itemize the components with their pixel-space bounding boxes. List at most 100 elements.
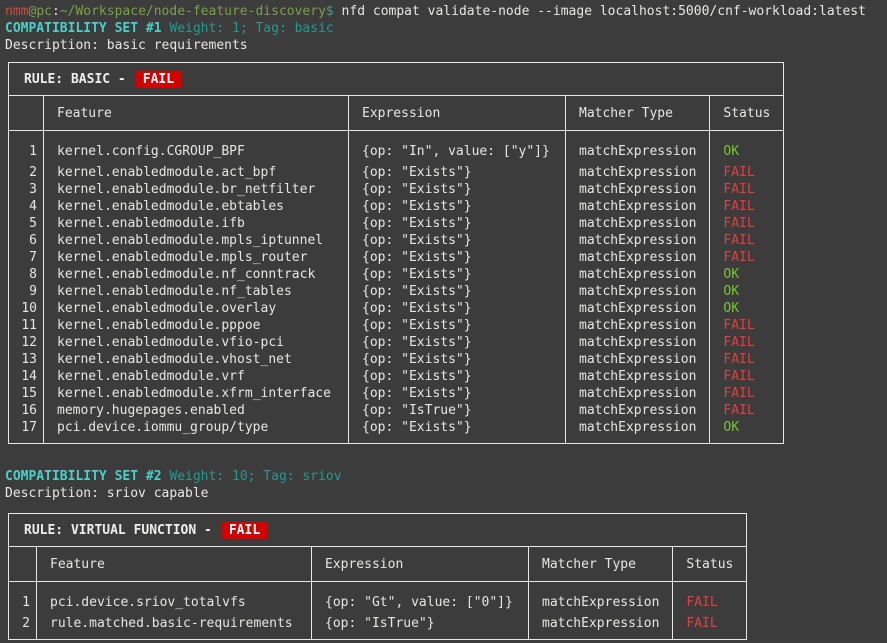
row-index-cell: 1 (9, 131, 44, 165)
prompt-colon: : (52, 4, 60, 19)
command-text: nfd compat validate-node --image localho… (334, 4, 866, 19)
column-header-index (9, 547, 37, 582)
matcher-type-cell: matchExpression (566, 181, 710, 198)
matcher-type-cell: matchExpression (566, 266, 710, 283)
matcher-type-cell: matchExpression (566, 249, 710, 266)
table-row: 15kernel.enabledmodule.xfrm_interface{op… (9, 385, 784, 402)
prompt-line: nmm@pc:~/Workspace/node-feature-discover… (5, 3, 882, 20)
status-cell: FAIL (710, 198, 784, 215)
matcher-type-cell: matchExpression (566, 334, 710, 351)
expression-cell: {op: "Exists"} (349, 164, 566, 181)
row-index-cell: 6 (9, 232, 44, 249)
matcher-type-cell: matchExpression (566, 283, 710, 300)
expression-cell: {op: "Exists"} (349, 198, 566, 215)
set1-title-line: COMPATIBILITY SET #1 Weight: 1; Tag: bas… (5, 20, 882, 37)
matcher-type-cell: matchExpression (566, 198, 710, 215)
status-cell: FAIL (710, 402, 784, 419)
expression-cell: {op: "Exists"} (349, 232, 566, 249)
status-cell: OK (710, 300, 784, 317)
set1-title: COMPATIBILITY SET #1 (5, 21, 162, 36)
column-header-matcher-type: Matcher Type (566, 96, 710, 131)
matcher-type-cell: matchExpression (566, 317, 710, 334)
status-cell: FAIL (673, 582, 747, 616)
rule-header-row: RULE: BASIC -FAIL (9, 63, 784, 96)
row-index-cell: 7 (9, 249, 44, 266)
rule-status-badge: FAIL (221, 522, 268, 539)
matcher-type-cell: matchExpression (566, 402, 710, 419)
table-row: 1pci.device.sriov_totalvfs{op: "Gt", val… (9, 582, 747, 616)
expression-cell: {op: "Exists"} (349, 368, 566, 385)
matcher-type-cell: matchExpression (566, 368, 710, 385)
table-row: 7kernel.enabledmodule.mpls_router{op: "E… (9, 249, 784, 266)
rule-header-row: RULE: VIRTUAL FUNCTION -FAIL (9, 514, 747, 547)
status-cell: FAIL (710, 164, 784, 181)
rule-header: RULE: BASIC -FAIL (9, 63, 784, 96)
rule-status-badge: FAIL (135, 71, 182, 88)
terminal-output: nmm@pc:~/Workspace/node-feature-discover… (0, 0, 887, 643)
rule-header: RULE: VIRTUAL FUNCTION -FAIL (9, 514, 747, 547)
feature-cell: kernel.enabledmodule.mpls_router (44, 249, 349, 266)
expression-cell: {op: "Exists"} (349, 266, 566, 283)
row-index-cell: 16 (9, 402, 44, 419)
matcher-type-cell: matchExpression (566, 351, 710, 368)
set2-title-line: COMPATIBILITY SET #2 Weight: 10; Tag: sr… (5, 468, 882, 485)
status-cell: FAIL (710, 385, 784, 402)
matcher-type-cell: matchExpression (566, 215, 710, 232)
column-header-feature: Feature (44, 96, 349, 131)
column-header-matcher-type: Matcher Type (529, 547, 673, 582)
status-cell: FAIL (710, 232, 784, 249)
table-row: 12kernel.enabledmodule.vfio-pci{op: "Exi… (9, 334, 784, 351)
status-cell: OK (710, 419, 784, 444)
matcher-type-cell: matchExpression (529, 615, 673, 640)
rule-table-basic: RULE: BASIC -FAIL Feature Expression Mat… (8, 62, 784, 444)
feature-cell: kernel.enabledmodule.pppoe (44, 317, 349, 334)
expression-cell: {op: "IsTrue"} (349, 402, 566, 419)
matcher-type-cell: matchExpression (566, 131, 710, 165)
status-cell: FAIL (710, 249, 784, 266)
row-index-cell: 3 (9, 181, 44, 198)
column-header-row: Feature Expression Matcher Type Status (9, 96, 784, 131)
feature-cell: kernel.enabledmodule.overlay (44, 300, 349, 317)
matcher-type-cell: matchExpression (566, 164, 710, 181)
status-cell: FAIL (710, 181, 784, 198)
row-index-cell: 17 (9, 419, 44, 444)
column-header-feature: Feature (37, 547, 312, 582)
expression-cell: {op: "IsTrue"} (312, 615, 529, 640)
status-cell: FAIL (673, 615, 747, 640)
set1-description: Description: basic requirements (5, 37, 882, 54)
column-header-status: Status (673, 547, 747, 582)
matcher-type-cell: matchExpression (566, 385, 710, 402)
row-index-cell: 10 (9, 300, 44, 317)
feature-cell: pci.device.iommu_group/type (44, 419, 349, 444)
matcher-type-cell: matchExpression (566, 419, 710, 444)
table-row: 4kernel.enabledmodule.ebtables{op: "Exis… (9, 198, 784, 215)
table-row: 16memory.hugepages.enabled{op: "IsTrue"}… (9, 402, 784, 419)
table-row: 3kernel.enabledmodule.br_netfilter{op: "… (9, 181, 784, 198)
expression-cell: {op: "Exists"} (349, 385, 566, 402)
table-row: 14kernel.enabledmodule.vrf{op: "Exists"}… (9, 368, 784, 385)
expression-cell: {op: "Exists"} (349, 317, 566, 334)
matcher-type-cell: matchExpression (566, 300, 710, 317)
status-cell: OK (710, 131, 784, 165)
rule-table-virtual-function: RULE: VIRTUAL FUNCTION -FAIL Feature Exp… (8, 513, 747, 640)
feature-cell: kernel.enabledmodule.br_netfilter (44, 181, 349, 198)
feature-cell: kernel.enabledmodule.ifb (44, 215, 349, 232)
feature-cell: pci.device.sriov_totalvfs (37, 582, 312, 616)
prompt-username: nmm (5, 4, 28, 19)
table-row: 13kernel.enabledmodule.vhost_net{op: "Ex… (9, 351, 784, 368)
feature-cell: kernel.enabledmodule.vrf (44, 368, 349, 385)
row-index-cell: 2 (9, 615, 37, 640)
matcher-type-cell: matchExpression (566, 232, 710, 249)
row-index-cell: 9 (9, 283, 44, 300)
expression-cell: {op: "In", value: ["y"]} (349, 131, 566, 165)
row-index-cell: 4 (9, 198, 44, 215)
feature-cell: kernel.enabledmodule.mpls_iptunnel (44, 232, 349, 249)
expression-cell: {op: "Gt", value: ["0"]} (312, 582, 529, 616)
prompt-path: ~/Workspace/node-feature-discovery (60, 4, 326, 19)
feature-cell: rule.matched.basic-requirements (37, 615, 312, 640)
column-header-expression: Expression (349, 96, 566, 131)
expression-cell: {op: "Exists"} (349, 300, 566, 317)
matcher-type-cell: matchExpression (529, 582, 673, 616)
feature-cell: kernel.enabledmodule.xfrm_interface (44, 385, 349, 402)
status-cell: FAIL (710, 215, 784, 232)
